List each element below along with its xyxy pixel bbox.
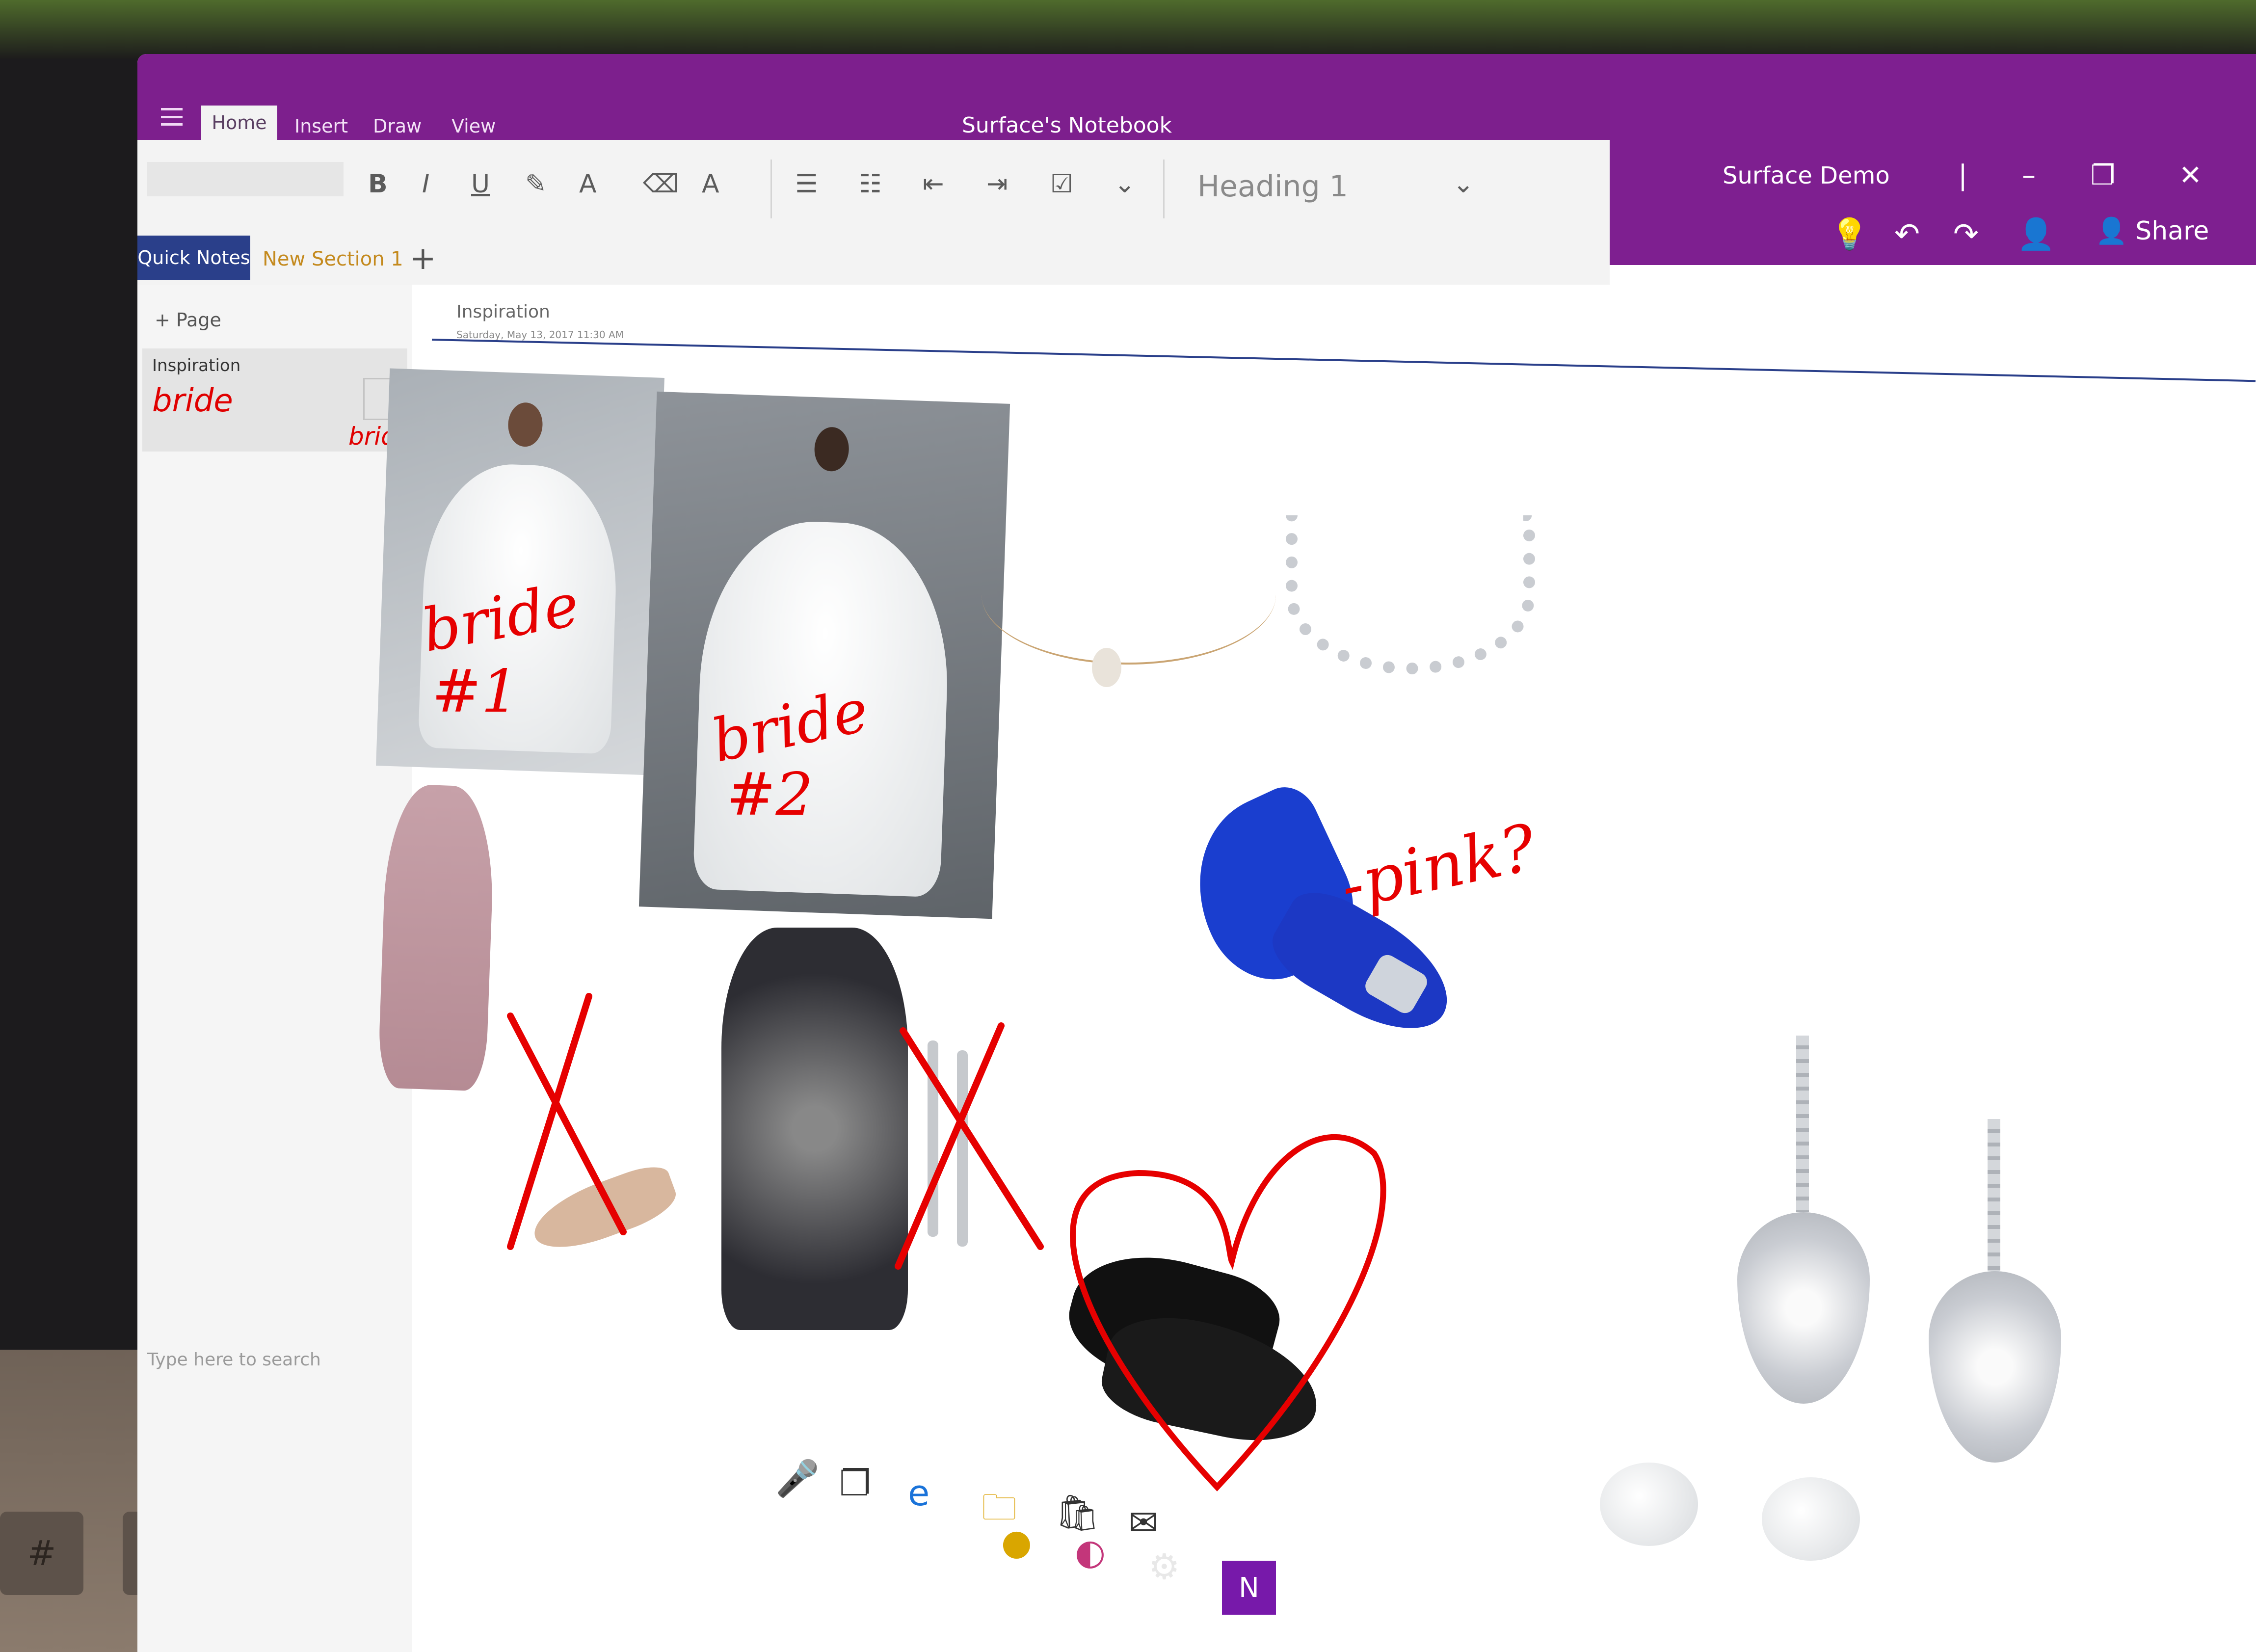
- key-3: #: [0, 1512, 83, 1595]
- microphone-icon[interactable]: 🎤: [775, 1458, 820, 1499]
- edge-icon[interactable]: e: [908, 1472, 929, 1514]
- settings-gear-icon[interactable]: ⚙: [1148, 1546, 1180, 1587]
- pearl-earring-left-image[interactable]: [1600, 1463, 1698, 1546]
- store-icon[interactable]: 🛍: [1055, 1492, 1100, 1534]
- taskbar: 🎤 ❐ e 🗀 🛍 ✉: [775, 1458, 1512, 1556]
- drop-earring-right-image[interactable]: [1929, 1119, 2061, 1463]
- mail-icon[interactable]: ✉: [1129, 1502, 1158, 1543]
- task-view-icon[interactable]: ❐: [839, 1463, 871, 1504]
- drop-earring-left-image[interactable]: [1737, 1036, 1870, 1404]
- onenote-app-icon[interactable]: N: [1222, 1561, 1276, 1615]
- paint-3d-icon[interactable]: ◐: [1075, 1531, 1106, 1572]
- sticky-dot-icon[interactable]: ●: [1001, 1521, 1032, 1563]
- earring-drop: [1929, 1271, 2061, 1463]
- device-screen: Home Insert Draw View Surface's Notebook…: [137, 54, 2256, 1652]
- earring-stem: [1796, 1036, 1809, 1212]
- pearl-earring-right-image[interactable]: [1762, 1477, 1860, 1561]
- earring-stem: [1988, 1119, 2000, 1271]
- device-bezel: [0, 0, 2256, 59]
- earring-drop: [1737, 1212, 1870, 1404]
